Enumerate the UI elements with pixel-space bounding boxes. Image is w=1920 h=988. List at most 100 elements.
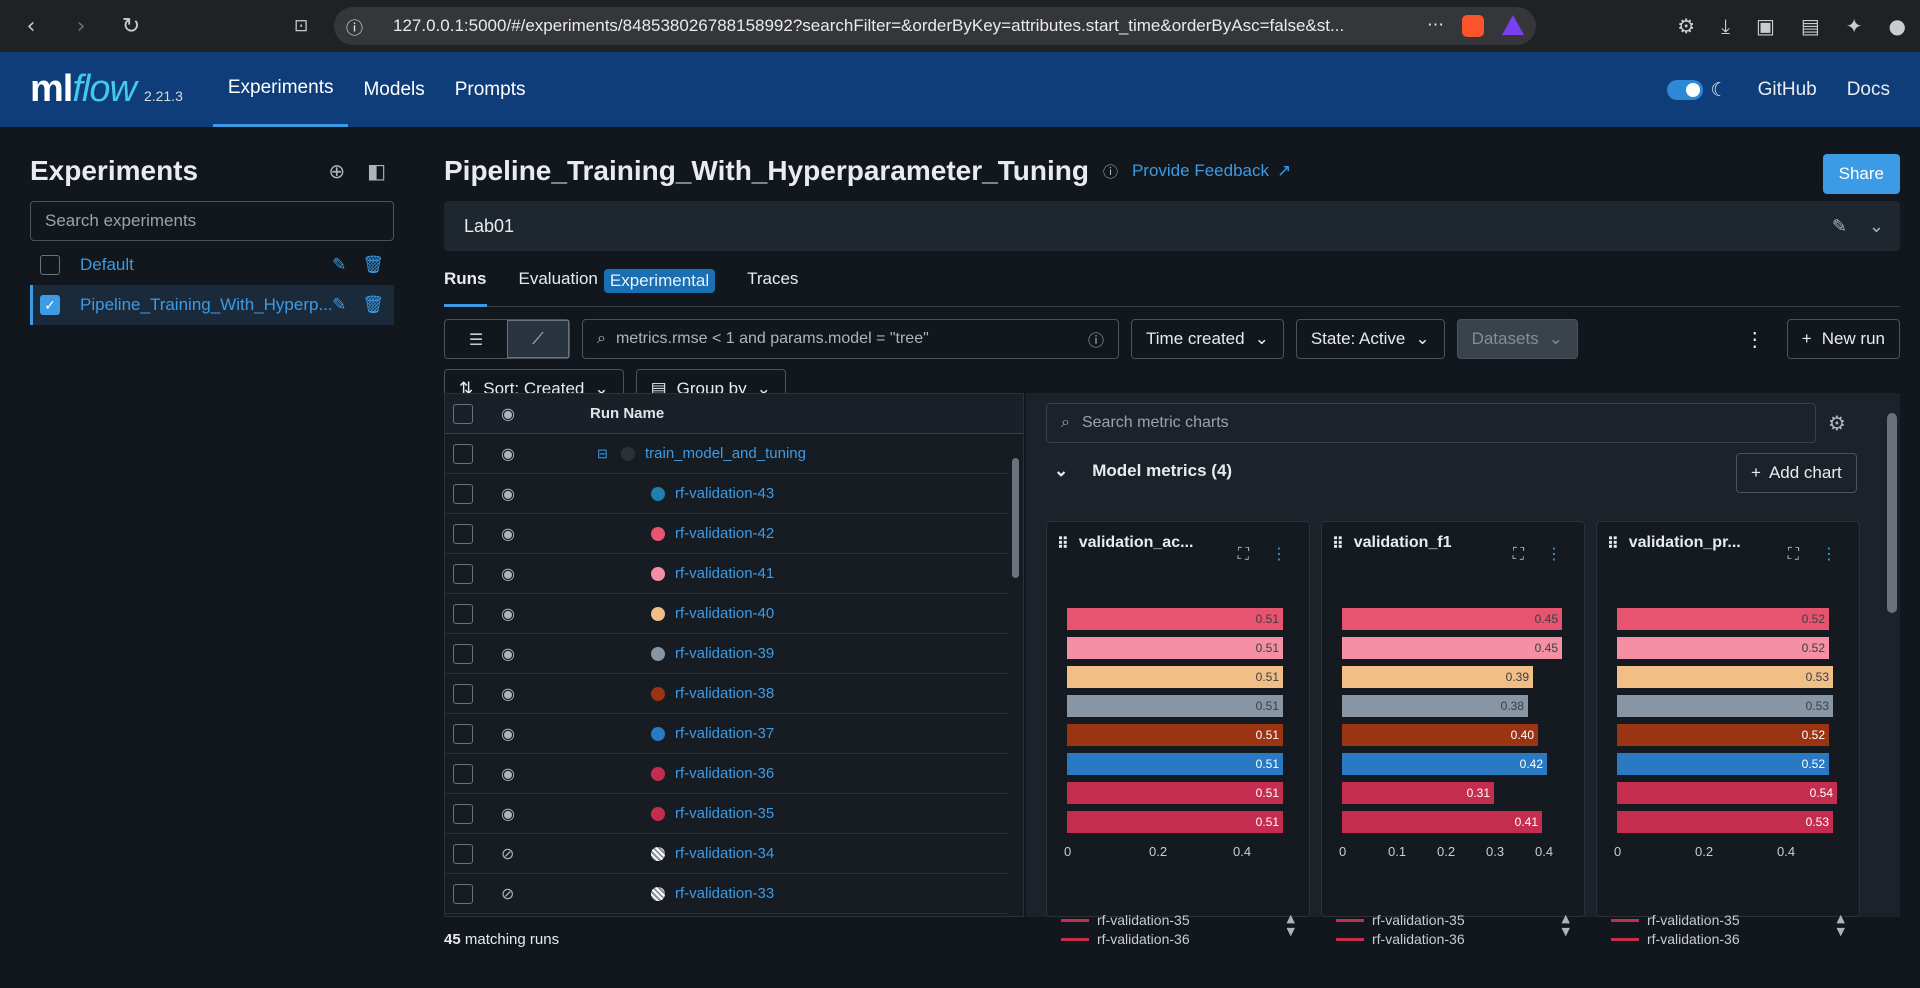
add-experiment-icon[interactable]: ⊕ [328,159,345,183]
experiment-checkbox[interactable] [40,255,60,275]
runs-search-input[interactable]: ⌕ metrics.rmse < 1 and params.model = "tr… [582,319,1119,359]
eye-icon[interactable]: ◉ [501,484,515,503]
rewards-icon[interactable] [1502,15,1524,35]
chart-bar[interactable]: 0.31 [1342,782,1494,804]
wallet-icon[interactable]: ▤ [1801,14,1820,38]
experiment-label[interactable]: Default [80,255,134,275]
feedback-link[interactable]: Provide Feedback [1132,161,1269,181]
drag-handle-icon[interactable]: ⠿ [1057,534,1069,554]
legend-up-icon[interactable]: ▲ [1837,912,1845,925]
chart-bar[interactable]: 0.54 [1617,782,1837,804]
row-checkbox[interactable] [453,883,473,904]
parent-run-row[interactable]: ◉ ⊟ train_model_and_tuning [445,434,1023,474]
brave-shield-icon[interactable] [1462,15,1484,37]
new-run-button[interactable]: + New run [1786,319,1900,359]
nav-models[interactable]: Models [348,52,439,127]
chart-bar[interactable]: 0.51 [1067,782,1283,804]
row-checkbox[interactable] [453,643,473,664]
table-row[interactable]: ◉ rf-validation-35 [445,794,1023,834]
table-row[interactable]: ◉ rf-validation-36 [445,754,1023,794]
add-chart-button[interactable]: + Add chart [1736,453,1857,493]
download-icon[interactable]: ⤓ [1721,14,1730,38]
chart-bar[interactable]: 0.41 [1342,811,1542,833]
extensions-icon[interactable]: ⚙ [1677,14,1695,38]
run-name-link[interactable]: rf-validation-38 [675,685,774,702]
row-checkbox[interactable] [453,683,473,704]
scrollbar-thumb[interactable] [1887,413,1897,613]
search-experiments-input[interactable]: Search experiments [30,201,394,241]
eye-icon[interactable]: ◉ [501,404,515,423]
table-row[interactable]: ◉ rf-validation-41 [445,554,1023,594]
chart-bar[interactable]: 0.53 [1617,695,1833,717]
reload-icon[interactable]: ↻ [114,9,148,43]
row-checkbox[interactable] [453,803,473,824]
table-row[interactable]: ◉ rf-validation-40 [445,594,1023,634]
experiment-label[interactable]: Pipeline_Training_With_Hyperp... [80,295,333,315]
run-name-link[interactable]: rf-validation-42 [675,525,774,542]
chevron-down-icon[interactable]: ⌄ [1869,216,1884,237]
chart-bar[interactable]: 0.51 [1067,811,1283,833]
docs-link[interactable]: Docs [1847,79,1890,101]
legend-down-icon[interactable]: ▼ [1287,925,1295,938]
search-metric-charts-input[interactable]: ⌕ Search metric charts [1046,403,1816,443]
row-checkbox[interactable] [453,443,473,464]
experiment-item-default[interactable]: Default ✎ 🗑 [30,245,394,285]
forward-icon[interactable]: › [64,9,98,43]
chart-bar[interactable]: 0.42 [1342,753,1547,775]
drag-handle-icon[interactable]: ⠿ [1607,534,1619,554]
time-created-dropdown[interactable]: Time created ⌄ [1131,319,1284,359]
kebab-menu-icon[interactable]: ⋮ [1546,544,1562,564]
profile-icon[interactable]: ● [1889,14,1906,38]
external-link-icon[interactable]: ↗ [1277,161,1291,181]
run-name-link[interactable]: rf-validation-34 [675,845,774,862]
tab-runs[interactable]: Runs [444,269,487,307]
chart-bar[interactable]: 0.52 [1617,753,1829,775]
chart-bar[interactable]: 0.39 [1342,666,1533,688]
scrollbar-thumb[interactable] [1012,458,1019,578]
run-name-link[interactable]: rf-validation-40 [675,605,774,622]
row-checkbox[interactable] [453,523,473,544]
run-name-link[interactable]: rf-validation-35 [675,805,774,822]
chart-bar[interactable]: 0.53 [1617,811,1833,833]
eye-icon[interactable]: ◉ [501,804,515,823]
tab-traces[interactable]: Traces [747,269,798,306]
experiment-checkbox[interactable]: ✓ [40,295,60,315]
eye-icon[interactable]: ◉ [501,604,515,623]
nav-prompts[interactable]: Prompts [440,52,541,127]
run-name-link[interactable]: rf-validation-36 [675,765,774,782]
fullscreen-icon[interactable]: ⛶ [1513,544,1524,564]
table-row[interactable]: ⊘ rf-validation-34 [445,834,1023,874]
more-options-icon[interactable]: ⋮ [1745,327,1765,352]
eye-icon[interactable]: ◉ [501,724,515,743]
url-text[interactable]: 127.0.0.1:5000/#/experiments/84853802678… [393,16,1415,36]
chart-bar[interactable]: 0.51 [1067,637,1283,659]
legend-down-icon[interactable]: ▼ [1562,925,1570,938]
run-name-link[interactable]: rf-validation-37 [675,725,774,742]
run-name-link[interactable]: rf-validation-33 [675,885,774,902]
datasets-dropdown[interactable]: Datasets ⌄ [1456,319,1578,359]
eye-slash-icon[interactable]: ⊘ [501,844,514,863]
kebab-menu-icon[interactable]: ⋮ [1271,544,1287,564]
share-icon[interactable]: ⋯ [1427,15,1444,37]
delete-icon[interactable]: 🗑 [362,295,384,315]
select-all-checkbox[interactable] [453,403,473,424]
fullscreen-icon[interactable]: ⛶ [1788,544,1799,564]
chart-bar[interactable]: 0.53 [1617,666,1833,688]
table-row[interactable]: ◉ rf-validation-37 [445,714,1023,754]
run-name-link[interactable]: rf-validation-39 [675,645,774,662]
chart-bar[interactable]: 0.38 [1342,695,1528,717]
eye-slash-icon[interactable]: ⊘ [501,884,514,903]
chart-bar[interactable]: 0.51 [1067,666,1283,688]
eye-icon[interactable]: ◉ [501,564,515,583]
eye-icon[interactable]: ◉ [501,524,515,543]
eye-icon[interactable]: ◉ [501,444,515,463]
table-row[interactable]: ◉ rf-validation-43 [445,474,1023,514]
legend-up-icon[interactable]: ▲ [1562,912,1570,925]
chart-bar[interactable]: 0.45 [1342,608,1562,630]
table-row[interactable]: ◉ rf-validation-38 [445,674,1023,714]
run-name-link[interactable]: rf-validation-43 [675,485,774,502]
settings-icon[interactable]: ⚙ [1828,411,1846,435]
edit-description-icon[interactable]: ✎ [1832,216,1847,237]
kebab-menu-icon[interactable]: ⋮ [1821,544,1837,564]
run-name-header[interactable]: Run Name [590,405,664,422]
